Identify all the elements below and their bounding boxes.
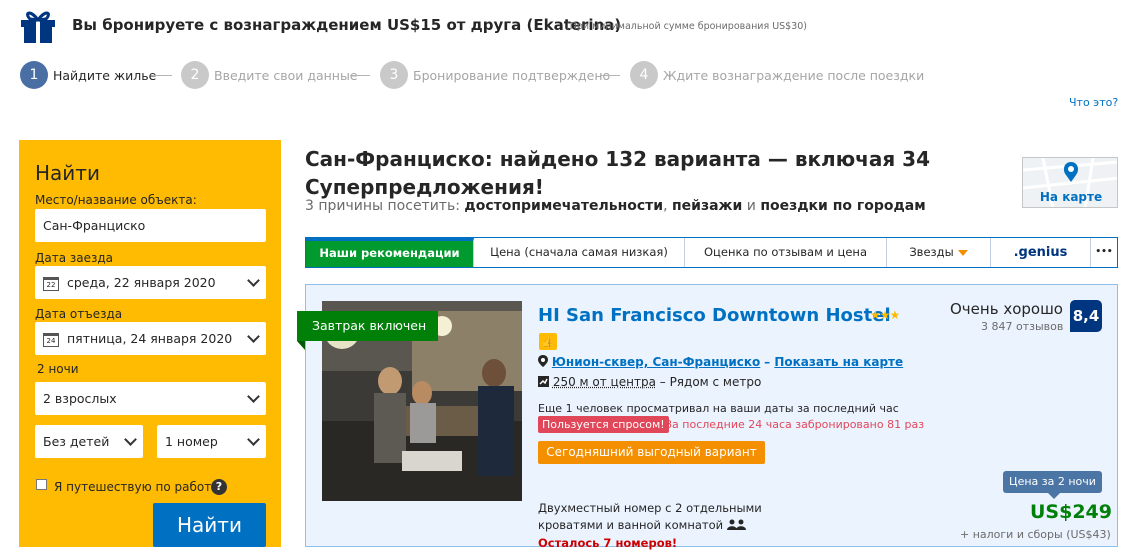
- review-score-word[interactable]: Очень хорошо: [950, 300, 1063, 318]
- checkout-label: Дата отъезда: [35, 307, 123, 321]
- distance-icon: [538, 376, 549, 387]
- booked-count-text: За последние 24 часа забронировано 81 ра…: [665, 418, 925, 431]
- destination-label: Место/название объекта:: [35, 193, 197, 207]
- rooms-select[interactable]: 1 номер: [157, 425, 266, 458]
- checkout-value: пятница, 24 января 2020: [67, 331, 233, 346]
- step-1-label: Найдите жилье: [53, 68, 157, 83]
- star-rating: ★★★: [870, 308, 900, 322]
- gift-icon: [18, 5, 58, 45]
- more-options-button[interactable]: •••: [1091, 238, 1117, 267]
- calendar-icon: 22: [43, 276, 59, 291]
- adults-value: 2 взрослых: [43, 391, 117, 406]
- sort-bar: Наши рекомендации Цена (сначала самая ни…: [305, 237, 1118, 268]
- sort-price-tab[interactable]: Цена (сначала самая низкая): [474, 238, 685, 267]
- sort-stars-tab[interactable]: Звезды: [887, 238, 991, 267]
- hotel-name-link[interactable]: HI San Francisco Downtown Hostel: [538, 305, 891, 326]
- review-score-badge[interactable]: 8,4: [1070, 300, 1102, 332]
- step-2-circle: 2: [181, 61, 209, 89]
- in-demand-badge: Пользуется спросом!: [538, 416, 669, 433]
- checkin-label: Дата заезда: [35, 251, 114, 265]
- reasons-and: и: [746, 198, 756, 214]
- chevron-down-icon: [124, 433, 137, 446]
- banner-title: Вы бронируете с вознаграждением US$15 от…: [72, 16, 622, 34]
- adults-select[interactable]: 2 взрослых: [35, 382, 266, 415]
- distance-line: 250 м от центра – Рядом с метро: [538, 375, 761, 389]
- step-3-label: Бронирование подтверждено: [413, 68, 611, 83]
- price-tag-tip: [1048, 493, 1060, 499]
- step-divider: [350, 75, 370, 76]
- chevron-down-icon: [247, 390, 260, 403]
- work-trip-label: Я путешествую по работе: [54, 480, 219, 494]
- help-icon[interactable]: ?: [211, 479, 227, 495]
- reason-link[interactable]: достопримечательности: [464, 198, 663, 214]
- todays-deal-badge: Сегодняшний выгодный вариант: [538, 441, 765, 464]
- room-description: Двухместный номер с 2 отдельными кроватя…: [538, 500, 828, 534]
- sort-genius-tab[interactable]: .genius: [991, 238, 1091, 267]
- calendar-icon: 24: [43, 332, 59, 347]
- sort-recommended-tab[interactable]: Наши рекомендации: [306, 238, 474, 267]
- checkin-value: среда, 22 января 2020: [67, 275, 216, 290]
- step-divider: [152, 75, 172, 76]
- whats-this-link[interactable]: Что это?: [1069, 96, 1118, 109]
- children-value: Без детей: [43, 434, 110, 449]
- reason-link[interactable]: поездки по городам: [760, 198, 925, 214]
- map-label: На карте: [1039, 190, 1103, 204]
- step-3-circle: 3: [380, 61, 408, 89]
- search-button[interactable]: Найти: [153, 503, 266, 547]
- rooms-value: 1 номер: [165, 434, 218, 449]
- location-line: Юнион-сквер, Сан-Франциско – Показать на…: [538, 355, 903, 369]
- taxes-and-fees: + налоги и сборы (US$43): [960, 528, 1111, 541]
- reasons-prefix: 3 причины посетить:: [305, 198, 460, 214]
- show-on-map-link[interactable]: Показать на карте: [774, 355, 903, 369]
- two-guests-icon: [726, 519, 746, 530]
- chevron-down-icon: [247, 274, 260, 287]
- destination-input[interactable]: Сан-Франциско: [35, 209, 266, 242]
- distance-text: 250 м от центра: [552, 375, 656, 389]
- banner-note: (При минимальной сумме бронирования US$3…: [566, 21, 808, 32]
- thumbs-up-icon: 👍: [539, 333, 557, 350]
- checkin-date-field[interactable]: 22 среда, 22 января 2020: [35, 266, 266, 299]
- step-4-circle: 4: [630, 61, 658, 89]
- sort-review-price-tab[interactable]: Оценка по отзывам и цена: [685, 238, 887, 267]
- reason-link[interactable]: пейзажи: [672, 198, 742, 214]
- step-2-label: Введите свои данные: [214, 68, 358, 83]
- price: US$249: [1030, 501, 1112, 523]
- ribbon-fold: [297, 341, 305, 350]
- step-4-label: Ждите вознаграждение после поездки: [663, 68, 925, 83]
- review-count[interactable]: 3 847 отзывов: [981, 320, 1063, 333]
- metro-text: Рядом с метро: [669, 375, 762, 389]
- caret-down-icon: [957, 249, 968, 256]
- recent-views-text: Еще 1 человек просматривал на ваши даты …: [538, 402, 899, 415]
- price-for-nights-tag: Цена за 2 ночи: [1003, 471, 1102, 493]
- children-select[interactable]: Без детей: [35, 425, 143, 458]
- location-pin-icon: [538, 355, 548, 367]
- work-trip-checkbox[interactable]: [36, 479, 47, 490]
- reasons-line: 3 причины посетить: достопримечательност…: [305, 198, 926, 214]
- checkout-date-field[interactable]: 24 пятница, 24 января 2020: [35, 322, 266, 355]
- step-divider: [600, 75, 620, 76]
- search-title: Найти: [35, 161, 100, 185]
- rooms-left-text: Осталось 7 номеров!: [538, 536, 678, 550]
- breakfast-included-badge: Завтрак включен: [297, 311, 438, 341]
- location-link[interactable]: Юнион-сквер, Сан-Франциско: [552, 355, 760, 369]
- chevron-down-icon: [247, 330, 260, 343]
- map-button[interactable]: На карте: [1022, 157, 1118, 208]
- step-1-circle: 1: [20, 61, 48, 89]
- results-title: Сан-Франциско: найдено 132 варианта — вк…: [305, 147, 930, 199]
- chevron-down-icon: [247, 433, 260, 446]
- nights-count: 2 ночи: [37, 362, 79, 376]
- sort-stars-label: Звезды: [909, 245, 954, 259]
